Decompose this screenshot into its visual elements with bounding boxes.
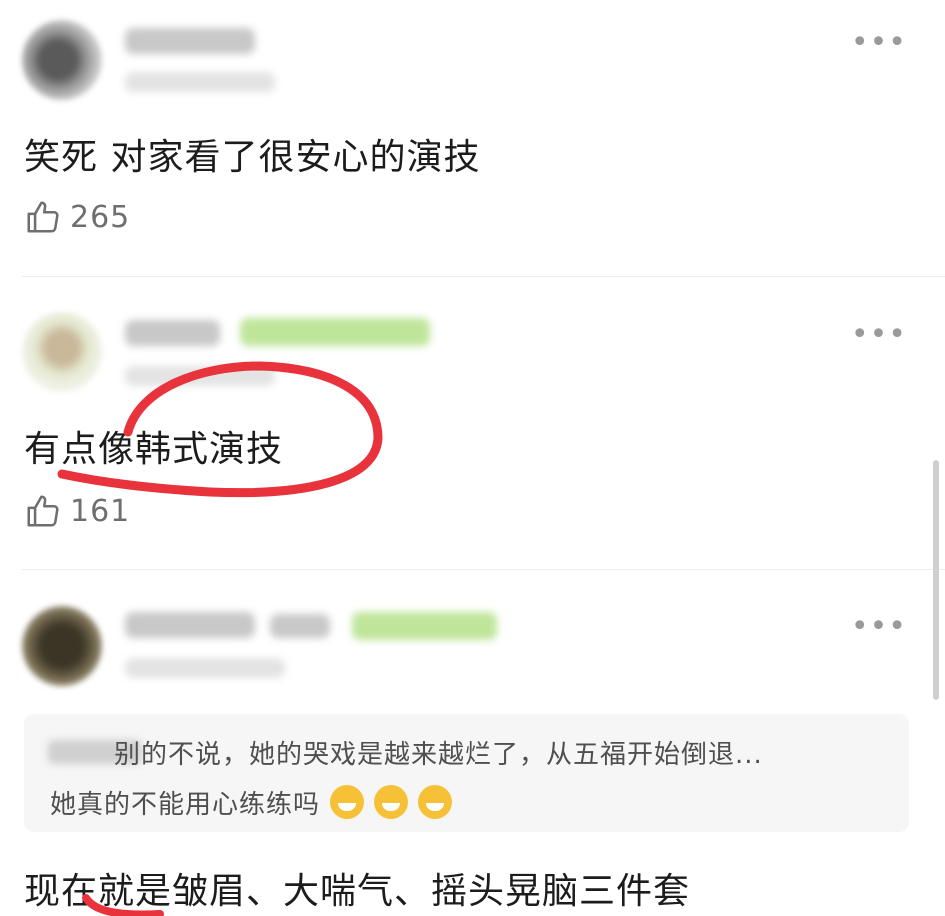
divider — [22, 276, 945, 277]
avatar[interactable] — [22, 312, 102, 392]
username-suffix-blurred — [270, 614, 330, 638]
timestamp-blurred — [125, 366, 275, 386]
avatar[interactable] — [22, 606, 102, 686]
like-button[interactable]: 161 — [24, 492, 130, 530]
thumbs-up-icon — [27, 495, 59, 527]
username-blurred[interactable] — [125, 320, 220, 346]
like-count: 161 — [70, 493, 131, 529]
badge-blurred — [352, 612, 497, 640]
divider — [22, 569, 945, 570]
more-options-icon[interactable]: ••• — [851, 320, 907, 350]
more-options-icon[interactable]: ••• — [851, 28, 907, 58]
sweat-smile-emoji-icon — [330, 785, 365, 819]
quote-line-2-wrap: 她真的不能用心练练吗 — [50, 784, 453, 821]
badge-blurred — [240, 318, 430, 346]
more-options-icon[interactable]: ••• — [851, 612, 907, 642]
comment-text: 有点像韩式演技 — [24, 429, 284, 470]
sweat-smile-emoji-icon — [418, 785, 453, 819]
avatar[interactable] — [22, 20, 102, 100]
like-count: 265 — [70, 199, 131, 235]
username-blurred[interactable] — [125, 28, 255, 54]
scrollbar[interactable] — [933, 460, 939, 700]
comment-text: 笑死 对家看了很安心的演技 — [24, 137, 481, 178]
quoted-comment[interactable]: 别的不说，她的哭戏是越来越烂了，从五福开始倒退... 她真的不能用心练练吗 — [24, 714, 909, 832]
username-blurred[interactable] — [125, 612, 255, 638]
sweat-smile-emoji-icon — [374, 785, 409, 819]
thumbs-up-icon — [27, 201, 59, 233]
quote-line-1: 别的不说，她的哭戏是越来越烂了，从五福开始倒退... — [114, 740, 763, 770]
timestamp-blurred — [125, 658, 285, 678]
timestamp-blurred — [125, 72, 275, 92]
comment-text: 现在就是皱眉、大喘气、摇头晃脑三件套 — [24, 871, 691, 912]
like-button[interactable]: 265 — [24, 198, 130, 236]
quote-line-2: 她真的不能用心练练吗 — [50, 790, 321, 820]
